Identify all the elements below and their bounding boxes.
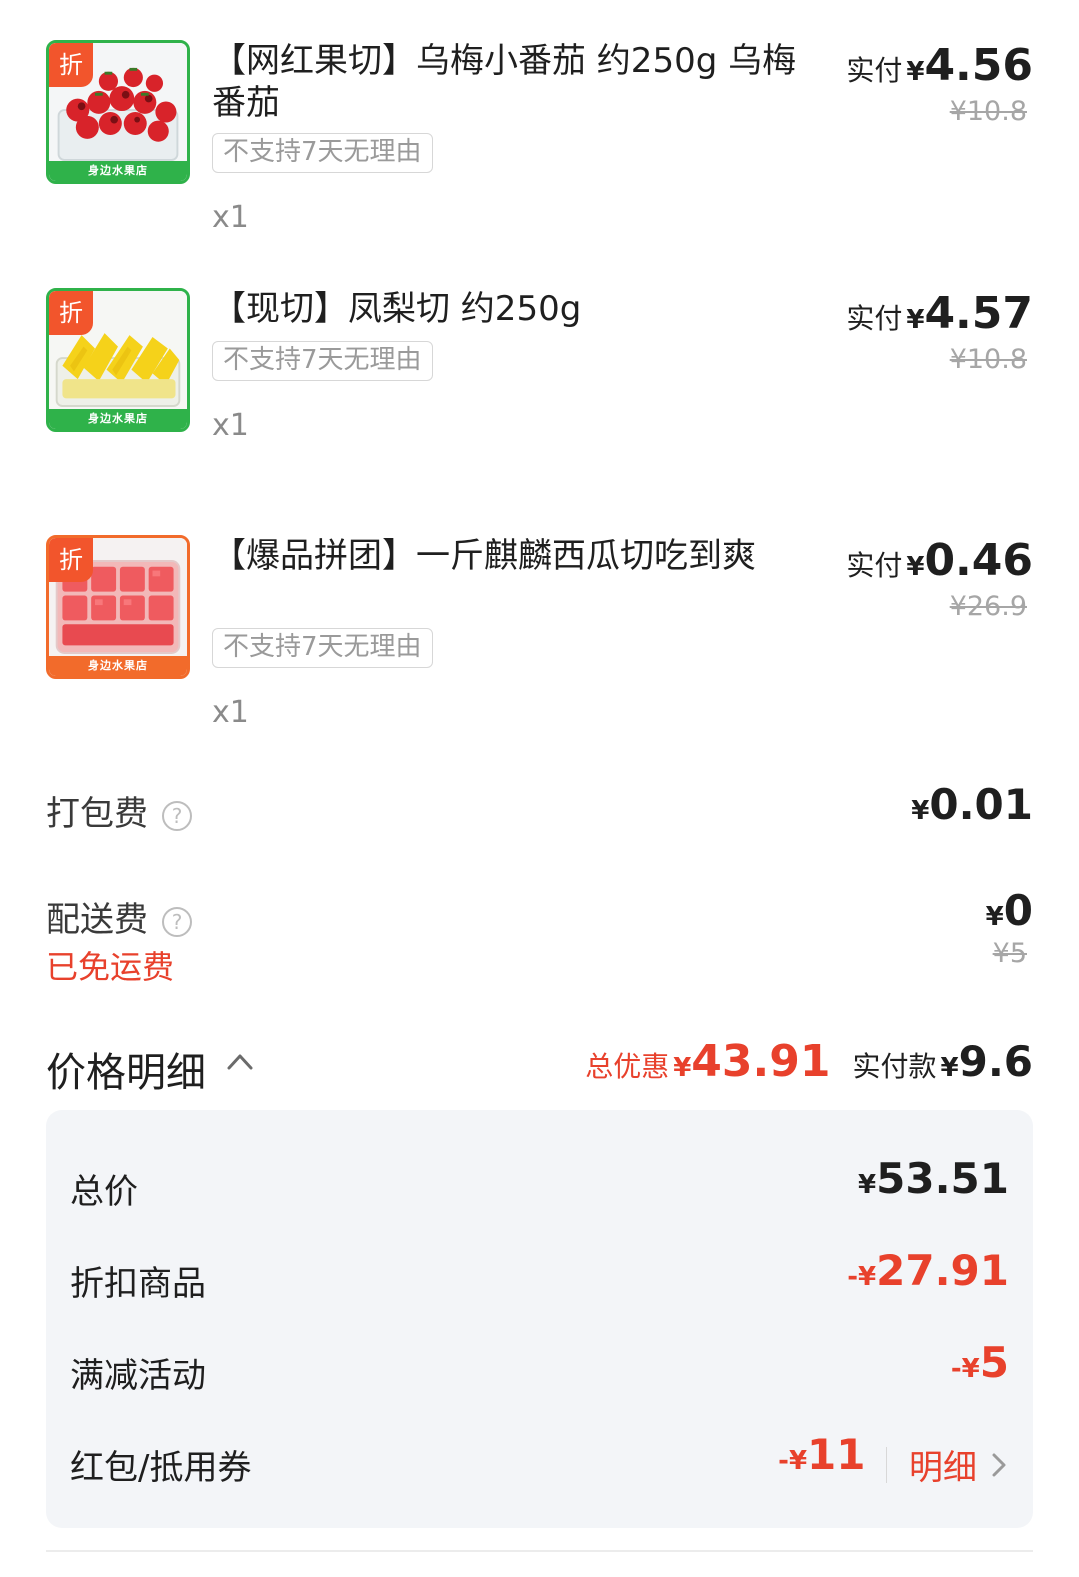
minus-sign: - <box>847 1262 859 1292</box>
product-title[interactable]: 【网红果切】乌梅小番茄 约250g 乌梅番茄 <box>212 40 797 124</box>
question-circle-icon[interactable]: ? <box>162 906 192 937</box>
full-reduction-row: 满减活动 -¥5 <box>46 1338 1033 1398</box>
original-price: ¥26.9 <box>949 591 1027 622</box>
shop-name-band: 身边水果店 <box>49 656 187 676</box>
divider <box>46 1550 1033 1552</box>
row-amount: 27.91 <box>876 1246 1009 1295</box>
coupon-detail-link[interactable]: 明细 <box>909 1448 977 1488</box>
paid-total-label: 实付款 <box>852 1050 937 1083</box>
yen-symbol: ¥ <box>940 1053 959 1083</box>
shop-name-band: 身边水果店 <box>49 409 187 429</box>
order-summary: 总优惠 ¥43.91 实付款 ¥9.6 <box>585 1036 1033 1087</box>
coupon-value-group[interactable]: -¥11 明细 <box>778 1430 1009 1489</box>
product-image-pineapple[interactable]: 折 身边水果店 <box>46 288 190 432</box>
paid-label: 实付 <box>846 54 903 87</box>
paid-amount: 0.46 <box>924 535 1033 586</box>
product-item-tomato[interactable]: 折 身边水果店 【网红果切】乌梅小番茄 约250g 乌梅番茄 不支持7天无理由 … <box>0 40 1079 240</box>
row-value: ¥53.51 <box>858 1154 1009 1203</box>
divider <box>885 1446 887 1483</box>
price-detail-title[interactable]: 价格明细 <box>46 1040 206 1098</box>
no-return-tag: 不支持7天无理由 <box>212 133 433 173</box>
yen-symbol: ¥ <box>906 57 925 87</box>
product-title[interactable]: 【现切】凤梨切 约250g <box>212 288 797 330</box>
row-label: 满减活动 <box>70 1356 206 1396</box>
product-title[interactable]: 【爆品拼团】一斤麒麟西瓜切吃到爽 <box>212 535 797 577</box>
row-amount: 53.51 <box>876 1154 1009 1203</box>
row-value: -¥27.91 <box>847 1246 1009 1295</box>
yen-symbol: ¥ <box>858 1262 877 1292</box>
paid-amount: 4.56 <box>924 40 1033 91</box>
yen-symbol: ¥ <box>911 796 930 826</box>
product-image-watermelon[interactable]: 折 身边水果店 <box>46 535 190 679</box>
row-label: 折扣商品 <box>70 1264 206 1304</box>
product-item-pineapple[interactable]: 折 身边水果店 【现切】凤梨切 约250g 不支持7天无理由 x1 实付 ¥4.5… <box>0 288 1079 458</box>
minus-sign: - <box>778 1446 789 1476</box>
minus-sign: - <box>950 1354 962 1384</box>
paid-total-amount: 9.6 <box>958 1037 1033 1086</box>
delivery-fee-value: ¥0 <box>986 886 1033 935</box>
product-image-tomato[interactable]: 折 身边水果店 <box>46 40 190 184</box>
paid-label: 实付 <box>846 549 903 582</box>
packing-fee-text: 打包费 <box>46 794 148 834</box>
discount-badge: 折 <box>49 538 93 582</box>
paid-price: 实付 ¥4.56 <box>846 40 1033 91</box>
paid-amount: 4.57 <box>924 288 1033 339</box>
product-quantity: x1 <box>212 408 249 443</box>
coupon-row[interactable]: 红包/抵用券 -¥11 明细 <box>46 1430 1033 1490</box>
paid-price: 实付 ¥4.57 <box>846 288 1033 339</box>
total-discount-label: 总优惠 <box>585 1050 670 1083</box>
shop-name-band: 身边水果店 <box>49 161 187 181</box>
chevron-right-icon[interactable] <box>989 1451 1009 1479</box>
product-item-watermelon[interactable]: 折 身边水果店 【爆品拼团】一斤麒麟西瓜切吃到爽 不支持7天无理由 x1 实付 ¥… <box>0 535 1079 735</box>
no-return-tag: 不支持7天无理由 <box>212 628 433 668</box>
paid-price: 实付 ¥0.46 <box>846 535 1033 586</box>
original-price: ¥10.8 <box>949 96 1027 127</box>
discount-goods-row: 折扣商品 -¥27.91 <box>46 1246 1033 1306</box>
yen-symbol: ¥ <box>788 1446 808 1476</box>
packing-fee-value: ¥0.01 <box>911 780 1033 829</box>
question-circle-icon[interactable]: ? <box>162 800 192 831</box>
packing-fee-amount: 0.01 <box>929 780 1033 829</box>
no-return-tag: 不支持7天无理由 <box>212 341 433 381</box>
yen-symbol: ¥ <box>906 305 925 335</box>
delivery-fee-text: 配送费 <box>46 900 148 940</box>
yen-symbol: ¥ <box>673 1053 692 1083</box>
delivery-fee-original: ¥5 <box>992 938 1027 969</box>
delivery-fee-label: 配送费? <box>46 892 192 941</box>
discount-badge: 折 <box>49 43 93 87</box>
total-price-row: 总价 ¥53.51 <box>46 1154 1033 1214</box>
row-amount: 5 <box>979 1338 1009 1387</box>
row-label: 总价 <box>70 1172 138 1212</box>
original-price: ¥10.8 <box>949 344 1027 375</box>
product-quantity: x1 <box>212 200 249 235</box>
free-shipping-note: 已免运费 <box>46 948 175 986</box>
row-value: -¥5 <box>951 1338 1009 1387</box>
total-discount-amount: 43.91 <box>691 1036 831 1087</box>
yen-symbol: ¥ <box>985 902 1004 932</box>
yen-symbol: ¥ <box>906 552 925 582</box>
yen-symbol: ¥ <box>858 1170 877 1200</box>
row-amount: 11 <box>807 1430 866 1479</box>
row-value: -¥11 <box>778 1430 865 1479</box>
product-quantity: x1 <box>212 695 249 730</box>
discount-badge: 折 <box>49 291 93 335</box>
paid-label: 实付 <box>846 302 903 335</box>
price-detail-panel: 总价 ¥53.51 折扣商品 -¥27.91 满减活动 -¥5 红包/抵用券 -… <box>46 1110 1033 1528</box>
delivery-fee-amount: 0 <box>1003 886 1033 935</box>
chevron-up-icon[interactable] <box>226 1050 254 1072</box>
packing-fee-label: 打包费? <box>46 786 192 835</box>
order-detail-page: 折 身边水果店 【网红果切】乌梅小番茄 约250g 乌梅番茄 不支持7天无理由 … <box>0 0 1079 1577</box>
yen-symbol: ¥ <box>961 1354 980 1384</box>
row-label: 红包/抵用券 <box>70 1448 252 1488</box>
